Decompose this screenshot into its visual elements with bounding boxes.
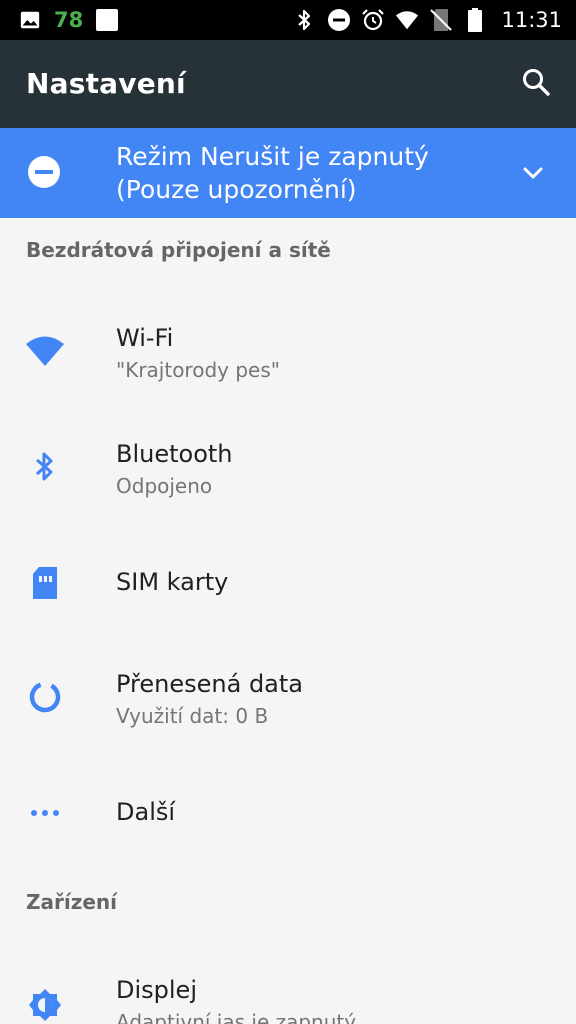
no-sim-icon — [429, 8, 453, 32]
settings-item-subtitle: Odpojeno — [116, 474, 213, 498]
dnd-icon — [327, 8, 351, 32]
status-bar-right: 11:31 — [293, 0, 562, 40]
dnd-banner-text: Režim Nerušit je zapnutý (Pouze upozorně… — [116, 140, 506, 206]
data-usage-icon — [24, 676, 66, 718]
alarm-icon — [361, 8, 385, 32]
notification-count: 78 — [54, 8, 84, 32]
settings-item-data-usage[interactable]: Přenesená data Využití dat: 0 B — [0, 650, 576, 760]
image-icon — [18, 8, 42, 32]
square-icon — [95, 8, 119, 32]
dnd-banner-line2: (Pouze upozornění) — [116, 175, 357, 204]
settings-item-subtitle: "Krajtorody pes" — [116, 358, 280, 382]
battery-icon — [463, 8, 487, 32]
bluetooth-icon — [24, 446, 66, 488]
settings-item-wifi[interactable]: Wi-Fi "Krajtorody pes" — [0, 300, 576, 410]
page-title: Nastavení — [26, 67, 186, 100]
bluetooth-icon — [293, 8, 317, 32]
settings-item-bluetooth[interactable]: Bluetooth Odpojeno — [0, 418, 576, 528]
settings-item-subtitle: Využití dat: 0 B — [116, 704, 269, 728]
settings-item-title: Přenesená data — [116, 670, 304, 698]
settings-item-title: Bluetooth — [116, 440, 233, 468]
status-bar-left: 78 — [18, 0, 119, 40]
status-bar: 78 11:31 — [0, 0, 576, 40]
settings-item-title: Displej — [116, 976, 197, 1004]
dnd-icon — [26, 154, 62, 190]
sim-card-icon — [24, 562, 66, 604]
settings-item-subtitle: Adaptivní jas je zapnutý — [116, 1010, 357, 1024]
more-icon — [24, 792, 66, 834]
dnd-banner[interactable]: Režim Nerušit je zapnutý (Pouze upozorně… — [0, 128, 576, 218]
dnd-banner-line1: Režim Nerušit je zapnutý — [116, 142, 429, 171]
settings-item-display[interactable]: Displej Adaptivní jas je zapnutý — [0, 958, 576, 1024]
search-icon — [521, 67, 551, 101]
settings-item-title: SIM karty — [116, 568, 229, 596]
app-bar: Nastavení — [0, 40, 576, 128]
settings-item-title: Wi-Fi — [116, 324, 174, 352]
section-title-device: Zařízení — [26, 890, 118, 914]
settings-item-sim[interactable]: SIM karty — [0, 540, 576, 630]
search-button[interactable] — [518, 66, 554, 102]
chevron-down-icon[interactable] — [520, 160, 546, 186]
wifi-icon — [395, 8, 419, 32]
section-title-wireless: Bezdrátová připojení a sítě — [26, 238, 331, 262]
settings-item-title: Další — [116, 798, 176, 826]
wifi-icon — [24, 330, 66, 372]
status-time: 11:31 — [501, 8, 562, 32]
settings-item-more[interactable]: Další — [0, 770, 576, 860]
brightness-icon — [24, 984, 66, 1024]
